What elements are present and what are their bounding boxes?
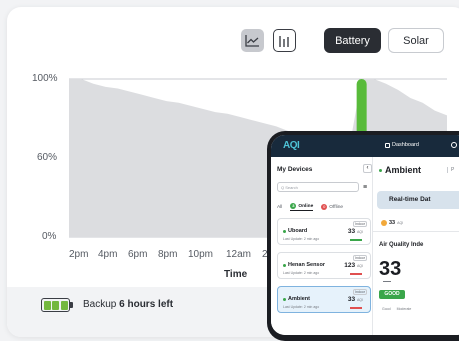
- filter-icon[interactable]: ≡: [363, 184, 367, 191]
- aqi-summary-value: 33: [389, 220, 396, 226]
- device-aqi: 33 AQI: [347, 228, 363, 235]
- device-trend-line: [350, 307, 362, 309]
- detail-title: Ambient: [379, 165, 421, 175]
- device-card-uboard[interactable]: Indoor Uboard Last Update: 2 min ago 33 …: [277, 218, 371, 245]
- device-trend-line: [350, 239, 362, 241]
- dashboard-link[interactable]: Dashboard: [385, 142, 419, 148]
- device-name: Henan Sensor: [283, 262, 325, 268]
- device-tag: Indoor: [353, 289, 367, 295]
- offline-count-badge: 0: [321, 204, 328, 210]
- air-quality-value: 33: [379, 258, 402, 280]
- x-axis-label: Time: [224, 269, 248, 280]
- scale-label: Moderate: [396, 307, 412, 311]
- tab-all[interactable]: All: [277, 205, 282, 210]
- tab-offline-label: Offline: [329, 204, 344, 210]
- device-tag: Indoor: [353, 255, 367, 261]
- x-tick-label: 12am: [226, 249, 252, 260]
- app-logo: AQI: [283, 140, 300, 151]
- tab-offline[interactable]: 0 Offline: [321, 204, 343, 210]
- backup-status: Backup 6 hours left: [83, 299, 173, 310]
- dashboard-label: Dashboard: [392, 142, 419, 148]
- tab-online-label: Online: [298, 203, 314, 209]
- device-updated: Last Update: 2 min ago: [283, 237, 320, 241]
- device-tag: Indoor: [353, 221, 367, 227]
- device-tabs: All 3 Online 0 Offline: [277, 203, 343, 211]
- aqi-scale-labels: Good Moderate: [382, 307, 411, 311]
- realtime-data-tab[interactable]: Real-time Dat: [377, 191, 459, 209]
- backup-prefix: Backup: [83, 299, 117, 310]
- device-name: Ambient: [283, 296, 310, 302]
- backup-remaining: 6 hours left: [119, 299, 174, 310]
- device-trend-line: [350, 273, 362, 275]
- x-tick-label: 6pm: [128, 249, 148, 260]
- device-detail-pane: Ambient P Real-time Dat 33 AQI Air Quali…: [373, 157, 459, 335]
- device-search-input[interactable]: Q Search: [277, 182, 359, 192]
- device-updated: Last Update: 2 min ago: [283, 305, 320, 309]
- device-updated: Last Update: 2 min ago: [283, 271, 320, 275]
- settings-icon[interactable]: [451, 142, 457, 148]
- divider: [373, 231, 459, 232]
- dashboard-icon: [385, 142, 390, 148]
- aqi-summary-unit: AQI: [397, 221, 404, 225]
- online-count-badge: 3: [290, 203, 297, 209]
- device-aqi: 123 AQI: [344, 262, 363, 269]
- battery-tip: [70, 302, 73, 308]
- device-aqi: 33 AQI: [347, 296, 363, 303]
- phone-mockup: AQI Dashboard My Devices ‹ Q Search ≡ Al…: [267, 131, 459, 341]
- x-tick-label: 10pm: [188, 249, 214, 260]
- x-tick-label: 8pm: [158, 249, 178, 260]
- phone-screen: AQI Dashboard My Devices ‹ Q Search ≡ Al…: [271, 135, 459, 335]
- detail-tag: P: [447, 167, 454, 173]
- y-tick-label: 0%: [42, 231, 57, 242]
- sun-icon: [381, 220, 387, 226]
- battery-icon: [41, 298, 70, 312]
- x-tick-label: 4pm: [98, 249, 118, 260]
- devices-title: My Devices: [277, 166, 313, 173]
- tab-online[interactable]: 3 Online: [290, 203, 314, 211]
- device-card-ambient[interactable]: Indoor Ambient Last Update: 2 min ago 33…: [277, 286, 371, 313]
- x-tick-label: 2pm: [69, 249, 89, 260]
- aqi-summary: 33 AQI: [381, 220, 403, 226]
- y-tick-label: 60%: [37, 152, 58, 163]
- device-card-henan-sensor[interactable]: Indoor Henan Sensor Last Update: 2 min a…: [277, 252, 371, 279]
- devices-pane: My Devices ‹ Q Search ≡ All 3 Online 0 O…: [271, 157, 373, 335]
- aqi-underline: [383, 281, 391, 282]
- status-badge: GOOD: [379, 290, 405, 299]
- scale-label: Good: [382, 307, 391, 311]
- air-quality-title: Air Quality Inde: [379, 242, 424, 248]
- collapse-button[interactable]: ‹: [363, 164, 372, 173]
- y-tick-label: 100%: [32, 73, 58, 84]
- device-name: Uboard: [283, 228, 307, 234]
- app-topbar: AQI Dashboard: [271, 135, 459, 157]
